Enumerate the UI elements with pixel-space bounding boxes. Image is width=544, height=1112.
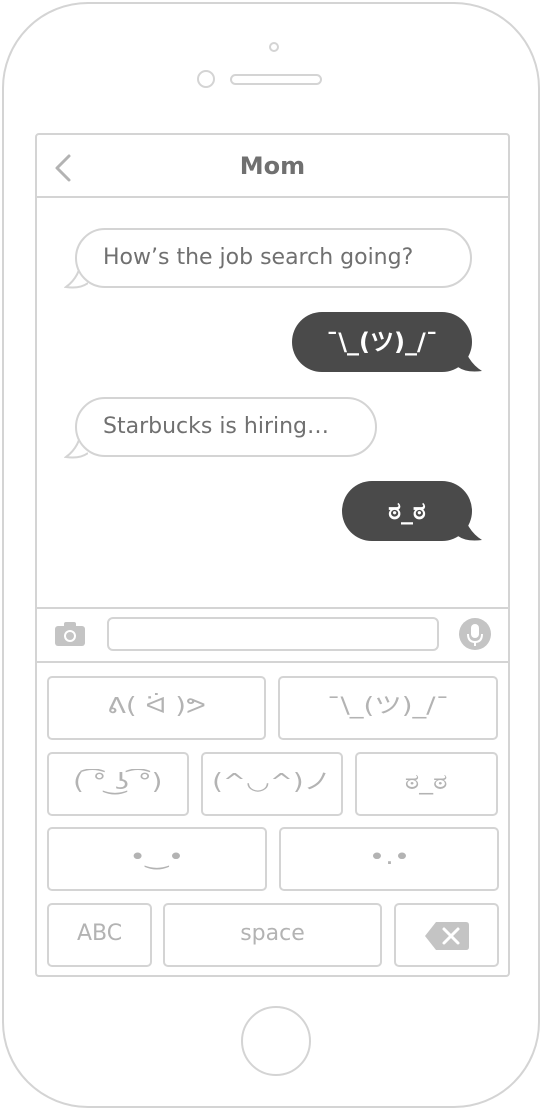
- conversation-title: Mom: [239, 152, 306, 180]
- messages-screen: Mom How’s the job search going? ¯\_(ツ)_/…: [35, 133, 510, 977]
- message-incoming: Starbucks is hiring…: [75, 397, 377, 457]
- emoticon-key-label: •‿•: [129, 845, 185, 870]
- emoticon-key[interactable]: ¯\_(ツ)_/¯: [278, 676, 498, 740]
- emoticon-key[interactable]: •‿•: [47, 827, 267, 891]
- delete-key[interactable]: [394, 903, 499, 967]
- emoticon-key[interactable]: ( ͡° ͜ʖ ͡°): [47, 752, 189, 816]
- backspace-icon: [424, 922, 469, 950]
- navigation-bar: Mom: [37, 135, 508, 198]
- earpiece-speaker: [230, 74, 322, 85]
- abc-key[interactable]: ABC: [47, 903, 152, 967]
- message-outgoing: ಠ_ಠ: [342, 481, 472, 541]
- camera-icon: [55, 622, 85, 646]
- emoticon-key-label: ¯\_(ツ)_/¯: [326, 694, 450, 719]
- emoticon-key-label: ( ͡° ͜ʖ ͡°): [73, 770, 163, 795]
- emoticon-key[interactable]: ಠ_ಠ: [355, 752, 498, 816]
- emoticon-key-label: ᕕ( ᐛ )ᕗ: [107, 694, 206, 719]
- message-input[interactable]: [107, 617, 439, 651]
- emoticon-key[interactable]: (^◡^)ノ: [201, 752, 343, 816]
- message-composer: [37, 607, 508, 663]
- emoticon-key-label: ಠ_ಠ: [405, 770, 448, 795]
- chevron-left-icon: [55, 154, 71, 182]
- message-incoming: How’s the job search going?: [75, 228, 472, 288]
- emoticon-key-label: (^◡^)ノ: [212, 770, 332, 795]
- front-camera: [269, 42, 279, 52]
- microphone-icon: [459, 618, 491, 650]
- emoticon-key-label: •.•: [368, 845, 410, 870]
- dictation-button[interactable]: [458, 617, 492, 651]
- back-button[interactable]: [51, 153, 75, 183]
- space-key[interactable]: space: [163, 903, 382, 967]
- emoticon-key[interactable]: ᕕ( ᐛ )ᕗ: [47, 676, 266, 740]
- home-button[interactable]: [241, 1006, 311, 1076]
- proximity-sensor: [197, 70, 215, 88]
- camera-button[interactable]: [53, 620, 87, 648]
- emoticon-key[interactable]: •.•: [279, 827, 499, 891]
- message-outgoing: ¯\_(ツ)_/¯: [292, 312, 472, 372]
